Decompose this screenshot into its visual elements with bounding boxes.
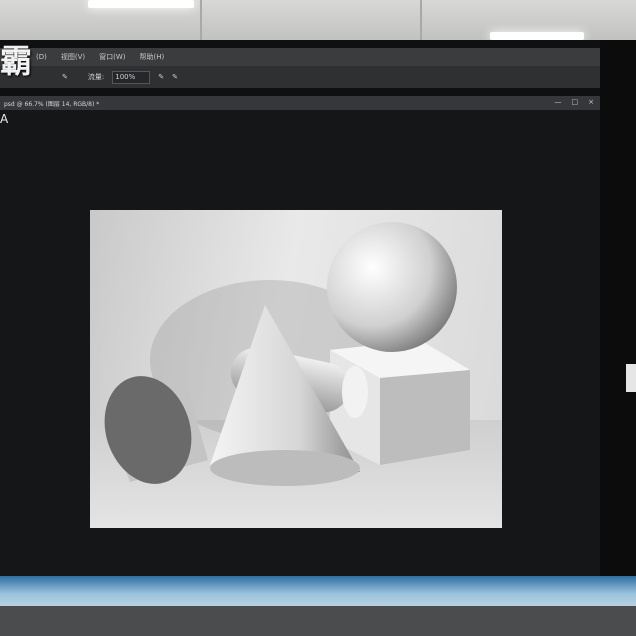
window-controls: — □ × xyxy=(555,98,595,106)
zoom-field[interactable]: 100% xyxy=(112,70,151,84)
cone-base xyxy=(210,450,360,486)
tablet-pressure-icon[interactable]: ✎ xyxy=(158,73,164,81)
menu-item[interactable]: (D) xyxy=(36,53,47,61)
ceiling-light xyxy=(88,0,194,8)
document-tab-bar: psd @ 66.7% (图层 14, RGB/8) * — □ × xyxy=(0,96,600,110)
cube-side xyxy=(380,370,470,465)
right-panel-edge xyxy=(600,40,636,600)
menu-item-window[interactable]: 窗口(W) xyxy=(99,52,125,62)
canvas[interactable] xyxy=(0,110,600,576)
sphere xyxy=(327,222,457,352)
brush-settings-icon[interactable]: ✎ xyxy=(172,73,178,81)
desk-area xyxy=(0,606,636,636)
side-mark: A xyxy=(0,112,9,126)
close-button[interactable]: × xyxy=(588,98,594,106)
menu-item-view[interactable]: 视图(V) xyxy=(61,52,85,62)
still-life-image xyxy=(90,210,502,528)
menu-bar: (D) 视图(V) 窗口(W) 帮助(H) xyxy=(0,48,626,66)
maximize-button[interactable]: □ xyxy=(572,98,579,106)
opacity-label: 流量: xyxy=(87,73,105,81)
options-bar: ✎ 流量: 100% ✎ ✎ xyxy=(0,66,626,88)
geometric-shapes-illustration xyxy=(90,222,502,528)
document-window: psd @ 66.7% (图层 14, RGB/8) * — □ × xyxy=(0,96,600,576)
menu-item-help[interactable]: 帮助(H) xyxy=(140,52,165,62)
brush-icon[interactable]: ✎ xyxy=(62,73,68,81)
cylinder-end xyxy=(342,366,368,418)
minimize-button[interactable]: — xyxy=(555,98,562,106)
document-tab[interactable]: psd @ 66.7% (图层 14, RGB/8) * xyxy=(0,99,99,108)
panel-collapse-tab[interactable] xyxy=(626,364,636,392)
ceiling-light xyxy=(490,32,584,40)
watermark: 霸 xyxy=(0,42,32,80)
